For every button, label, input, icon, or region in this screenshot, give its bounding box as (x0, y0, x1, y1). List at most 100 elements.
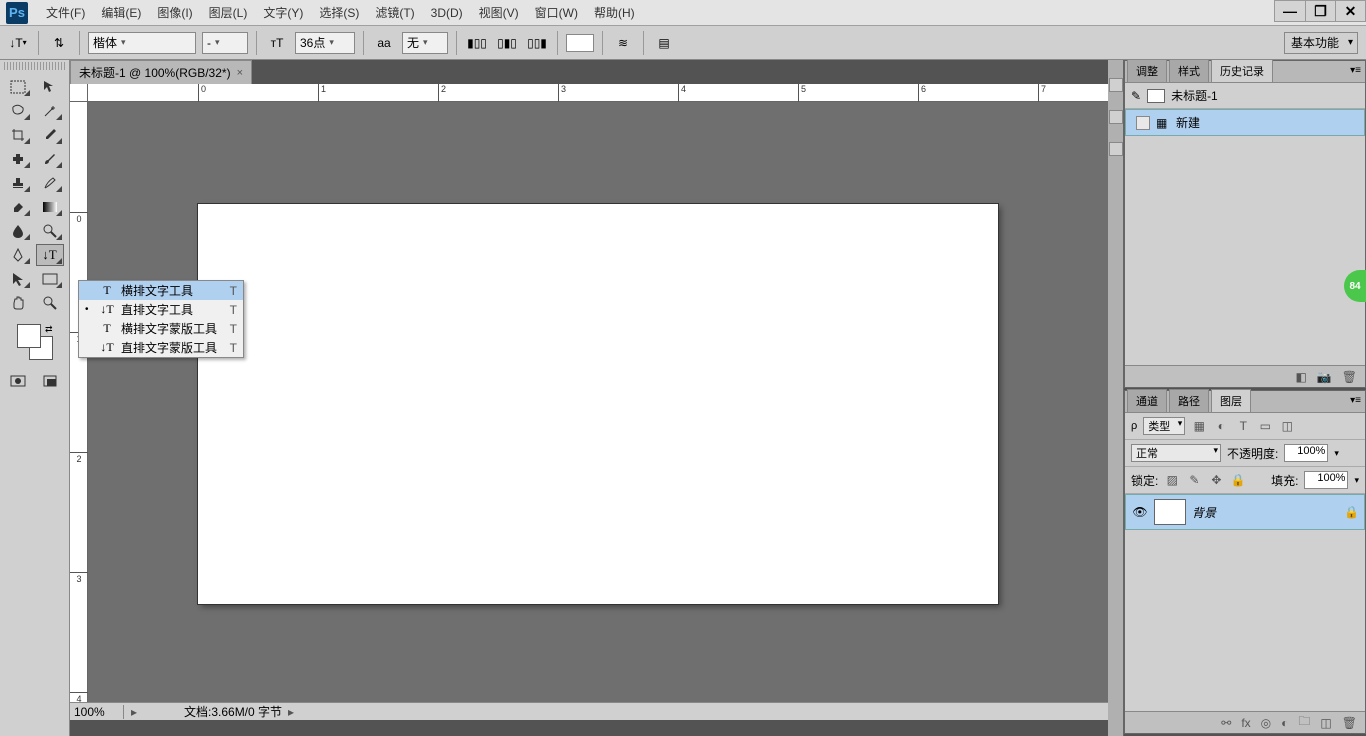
snapshot-icon[interactable]: ◧ (1295, 370, 1306, 384)
delete-layer-icon[interactable]: 🗑 (1342, 716, 1357, 730)
eraser-tool[interactable] (4, 196, 32, 218)
lock-transparent-icon[interactable]: ▨ (1164, 472, 1180, 488)
text-orientation-icon[interactable]: ↓T ▾ (6, 31, 30, 55)
close-tab-icon[interactable]: × (237, 67, 243, 79)
crop-tool[interactable] (4, 124, 32, 146)
font-style-dropdown[interactable]: -▾ (202, 32, 248, 54)
menu-item[interactable]: 图层(L) (201, 0, 256, 26)
minimize-button[interactable]: — (1275, 1, 1305, 21)
shape-tool[interactable] (36, 268, 64, 290)
align-left-icon[interactable]: ▮▯▯ (465, 31, 489, 55)
status-arrow-icon[interactable]: ▸ (124, 705, 144, 719)
layer-filter-dropdown[interactable]: 类型 (1143, 417, 1185, 435)
collapsed-panel-icon[interactable] (1109, 142, 1123, 156)
flyout-item[interactable]: •↓T直排文字工具T (79, 300, 243, 319)
tab-channels[interactable]: 通道 (1127, 389, 1167, 412)
character-panel-icon[interactable]: ▤ (652, 31, 676, 55)
link-layers-icon[interactable]: ⚯ (1221, 716, 1231, 730)
layer-group-icon[interactable]: 🗀 (1298, 712, 1310, 733)
eyedropper-tool[interactable] (36, 124, 64, 146)
lock-all-icon[interactable]: 🔒 (1230, 472, 1246, 488)
fill-input[interactable]: 100% (1304, 471, 1348, 489)
dodge-tool[interactable] (36, 220, 64, 242)
blend-mode-dropdown[interactable]: 正常 (1131, 444, 1221, 462)
filter-smart-icon[interactable]: ◫ (1279, 418, 1295, 434)
status-menu-icon[interactable]: ▸ (288, 705, 294, 719)
document-tab[interactable]: 未标题-1 @ 100%(RGB/32*) × (70, 60, 252, 84)
close-button[interactable]: ✕ (1335, 1, 1365, 21)
flyout-item[interactable]: T横排文字工具T (79, 281, 243, 300)
align-center-icon[interactable]: ▯▮▯ (495, 31, 519, 55)
filter-shape-icon[interactable]: ▭ (1257, 418, 1273, 434)
menu-item[interactable]: 3D(D) (423, 0, 471, 26)
tab-adjustments[interactable]: 调整 (1127, 59, 1167, 82)
layer-thumbnail[interactable] (1154, 499, 1186, 525)
menu-item[interactable]: 视图(V) (471, 0, 527, 26)
layer-row[interactable]: 👁 背景 🔒 (1125, 494, 1365, 530)
color-swatches[interactable]: ⇄ (17, 324, 53, 360)
text-color-swatch[interactable] (566, 34, 594, 52)
panel-collapse-bar[interactable] (1108, 60, 1124, 736)
align-right-icon[interactable]: ▯▯▮ (525, 31, 549, 55)
lock-position-icon[interactable]: ✥ (1208, 472, 1224, 488)
tab-history[interactable]: 历史记录 (1211, 59, 1273, 82)
brush-tool[interactable] (36, 148, 64, 170)
menu-item[interactable]: 编辑(E) (93, 0, 149, 26)
panel-menu-icon[interactable]: ▾≡ (1350, 65, 1361, 76)
screen-mode-icon[interactable] (36, 370, 64, 392)
menu-item[interactable]: 图像(I) (149, 0, 200, 26)
menu-item[interactable]: 文件(F) (38, 0, 93, 26)
tab-layers[interactable]: 图层 (1211, 389, 1251, 412)
move-tool[interactable] (36, 76, 64, 98)
layer-fx-icon[interactable]: fx (1241, 716, 1250, 730)
font-family-dropdown[interactable]: 楷体▾ (88, 32, 196, 54)
lasso-tool[interactable] (4, 100, 32, 122)
layer-mask-icon[interactable]: ◎ (1261, 716, 1271, 730)
antialias-dropdown[interactable]: 无▾ (402, 32, 448, 54)
path-selection-tool[interactable] (4, 268, 32, 290)
collapsed-panel-icon[interactable] (1109, 78, 1123, 92)
vertical-ruler[interactable]: 01234 (70, 102, 88, 702)
toolbox-grip[interactable] (4, 62, 65, 70)
camera-icon[interactable]: 📷 (1317, 370, 1332, 384)
history-document-row[interactable]: ✎ 未标题-1 (1125, 83, 1365, 109)
font-size-dropdown[interactable]: 36点▾ (295, 32, 355, 54)
menu-item[interactable]: 选择(S) (311, 0, 367, 26)
filter-pixel-icon[interactable]: ▦ (1191, 418, 1207, 434)
marquee-tool[interactable] (4, 76, 32, 98)
gradient-tool[interactable] (36, 196, 64, 218)
foreground-color[interactable] (17, 324, 41, 348)
zoom-tool[interactable] (36, 292, 64, 314)
warp-text-icon[interactable]: ≋ (611, 31, 635, 55)
tab-paths[interactable]: 路径 (1169, 389, 1209, 412)
flyout-item[interactable]: T横排文字蒙版工具T (79, 319, 243, 338)
maximize-button[interactable]: ❐ (1305, 1, 1335, 21)
swap-colors-icon[interactable]: ⇄ (45, 324, 53, 335)
panel-menu-icon[interactable]: ▾≡ (1350, 395, 1361, 406)
zoom-level[interactable]: 100% (70, 705, 124, 719)
magic-wand-tool[interactable] (36, 100, 64, 122)
hand-tool[interactable] (4, 292, 32, 314)
history-state[interactable]: ▦ 新建 (1125, 109, 1365, 136)
adjustment-layer-icon[interactable]: ◐ (1281, 716, 1288, 730)
menu-item[interactable]: 文字(Y) (255, 0, 311, 26)
new-layer-icon[interactable]: ◫ (1320, 716, 1331, 730)
pen-tool[interactable] (4, 244, 32, 266)
tab-styles[interactable]: 样式 (1169, 59, 1209, 82)
toggle-orientation-icon[interactable]: ⇅ (47, 31, 71, 55)
visibility-icon[interactable]: 👁 (1132, 505, 1148, 519)
flyout-item[interactable]: ↓T直排文字蒙版工具T (79, 338, 243, 357)
document-info[interactable]: 文档:3.66M/0 字节 (144, 703, 282, 720)
healing-brush-tool[interactable] (4, 148, 32, 170)
menu-item[interactable]: 窗口(W) (527, 0, 586, 26)
opacity-input[interactable]: 100% (1284, 444, 1328, 462)
filter-adjust-icon[interactable]: ◐ (1213, 418, 1229, 434)
horizontal-ruler[interactable]: 01234567 (88, 84, 1124, 102)
menu-item[interactable]: 帮助(H) (586, 0, 643, 26)
collapsed-panel-icon[interactable] (1109, 110, 1123, 124)
lock-image-icon[interactable]: ✎ (1186, 472, 1202, 488)
layer-name[interactable]: 背景 (1192, 504, 1338, 521)
ruler-origin[interactable] (70, 84, 88, 102)
document-canvas[interactable] (198, 204, 998, 604)
history-brush-tool[interactable] (36, 172, 64, 194)
